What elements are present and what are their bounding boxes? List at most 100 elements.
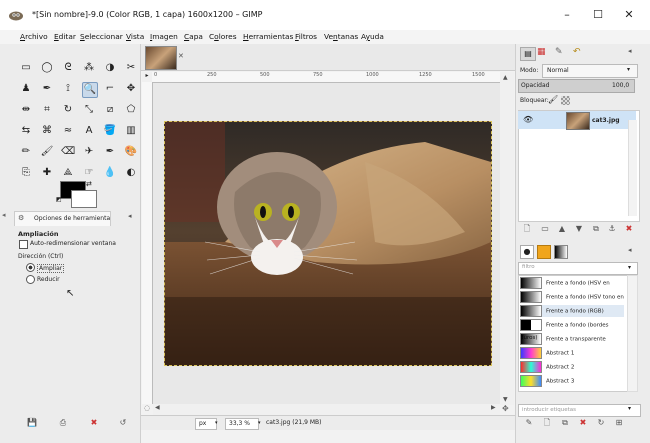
layer-visibility-icon[interactable]: 👁 xyxy=(523,115,533,124)
tool-shear-icon[interactable]: ⧄ xyxy=(103,103,117,117)
scroll-right-icon[interactable]: ▶ xyxy=(491,404,496,411)
tool-airbrush-icon[interactable]: ✈ xyxy=(82,145,96,159)
tool-paths-icon[interactable]: ✒ xyxy=(40,82,54,96)
menu-ayuda[interactable]: Ayuda xyxy=(361,32,384,41)
swap-colors-icon[interactable]: ⇄ xyxy=(86,180,92,188)
tool-scissors-select-icon[interactable]: ✂ xyxy=(124,61,138,75)
gradient-item[interactable]: Frente a fondo (RGB) xyxy=(520,305,624,317)
gradient-item[interactable]: Frente a fondo (bordes duros) xyxy=(520,319,624,341)
tool-mypaint-icon[interactable]: 🎨 xyxy=(124,145,138,159)
zoom-dropdown-icon[interactable]: ▾ xyxy=(258,420,261,426)
menu-seleccionar[interactable]: Seleccionar xyxy=(80,32,123,41)
menu-imagen[interactable]: Imagen xyxy=(150,32,178,41)
tags-input[interactable]: introducir etiquetas xyxy=(518,404,641,417)
tool-bucket-fill-icon[interactable]: 🪣 xyxy=(103,124,117,138)
vertical-scrollbar[interactable] xyxy=(500,72,514,405)
tab-undo-history[interactable]: ↶ xyxy=(573,47,581,57)
maximize-button[interactable]: ☐ xyxy=(586,5,610,25)
tool-ink-icon[interactable]: ✒ xyxy=(103,145,117,159)
tab-paths[interactable]: ✎ xyxy=(555,47,563,57)
menu-herramientas[interactable]: Herramientas xyxy=(243,32,293,41)
anchor-layer-icon[interactable]: ⚓ xyxy=(607,224,617,234)
new-group-icon[interactable]: ▭ xyxy=(540,224,550,234)
tool-text-icon[interactable]: A xyxy=(82,124,96,138)
close-button[interactable]: ✕ xyxy=(617,5,641,25)
edit-gradient-icon[interactable]: ✎ xyxy=(524,418,534,428)
tool-align-icon[interactable]: ⇹ xyxy=(19,103,33,117)
delete-layer-icon[interactable]: ✖ xyxy=(624,224,634,234)
reset-options-icon[interactable]: ↺ xyxy=(118,418,128,428)
filter-dropdown-icon[interactable]: ▾ xyxy=(628,264,631,271)
tool-free-select-icon[interactable]: ᘓ xyxy=(61,61,75,75)
tool-color-select-icon[interactable]: ◑ xyxy=(103,61,117,75)
tab-brushes[interactable]: ● xyxy=(520,245,534,259)
panel-menu-icon[interactable]: ◂ xyxy=(128,212,132,220)
tab-channels[interactable]: ▦ xyxy=(537,47,546,57)
tool-fuzzy-select-icon[interactable]: ⁂ xyxy=(82,61,96,75)
gradient-item[interactable]: Frente a transparente xyxy=(520,333,624,345)
tab-layers[interactable]: ▤ xyxy=(520,47,536,61)
tool-cage-transform-icon[interactable]: ⌘ xyxy=(40,124,54,138)
menu-colores[interactable]: Colores xyxy=(209,32,237,41)
tool-blend-icon[interactable]: ▥ xyxy=(124,124,138,138)
horizontal-ruler[interactable]: 0 250 500 750 1000 1250 1500 xyxy=(152,72,500,83)
tool-ellipse-select-icon[interactable]: ◯ xyxy=(40,61,54,75)
gradient-item[interactable]: Abstract 3 xyxy=(520,375,624,387)
raise-layer-icon[interactable]: ▲ xyxy=(557,224,567,234)
zoom-out-radio[interactable] xyxy=(26,275,35,284)
image-tab-thumbnail[interactable] xyxy=(145,46,177,70)
menu-ventanas[interactable]: Ventanas xyxy=(324,32,358,41)
tool-smudge-icon[interactable]: ☞ xyxy=(82,166,96,180)
menu-filtros[interactable]: Filtros xyxy=(295,32,317,41)
tool-clone-icon[interactable]: ⎘ xyxy=(19,166,33,180)
mode-select[interactable]: Normal xyxy=(542,64,638,78)
tool-color-picker-icon[interactable]: ⟟ xyxy=(61,82,75,96)
tool-eraser-icon[interactable]: ⌫ xyxy=(61,145,75,159)
tags-dropdown-icon[interactable]: ▾ xyxy=(628,405,631,412)
tool-dodge-burn-icon[interactable]: ◐ xyxy=(124,166,138,180)
scroll-left-icon[interactable]: ◀ xyxy=(155,404,160,411)
tool-rotate-icon[interactable]: ↻ xyxy=(61,103,75,117)
auto-resize-checkbox[interactable] xyxy=(19,240,28,249)
vertical-ruler[interactable] xyxy=(142,82,153,404)
close-image-tab-icon[interactable]: ✕ xyxy=(178,52,184,60)
dock-menu-icon[interactable]: ◂ xyxy=(628,47,632,55)
tool-perspective-icon[interactable]: ⬠ xyxy=(124,103,138,117)
menu-capa[interactable]: Capa xyxy=(184,32,203,41)
tool-foreground-select-icon[interactable]: ♟ xyxy=(19,82,33,96)
menu-vista[interactable]: Vista xyxy=(126,32,144,41)
new-gradient-icon[interactable]: 🗋 xyxy=(542,418,552,428)
open-gradient-editor-icon[interactable]: ⊞ xyxy=(614,418,624,428)
zoom-image-icon[interactable]: ◌ xyxy=(144,404,150,412)
scroll-up-icon[interactable]: ▲ xyxy=(503,74,508,81)
tool-paintbrush-icon[interactable]: 🖌 xyxy=(40,145,54,159)
save-options-icon[interactable]: 💾 xyxy=(27,418,37,428)
lower-layer-icon[interactable]: ▼ xyxy=(574,224,584,234)
duplicate-layer-icon[interactable]: ⧉ xyxy=(591,224,601,234)
zoom-in-radio[interactable] xyxy=(26,263,35,272)
horizontal-scrollbar[interactable] xyxy=(153,404,500,415)
zoom-selector[interactable]: 33,3 % xyxy=(225,418,259,430)
menu-editar[interactable]: Editar xyxy=(54,32,76,41)
lock-pixels-icon[interactable]: 🖌 xyxy=(548,95,558,104)
tool-rect-select-icon[interactable]: ▭ xyxy=(19,61,33,75)
tool-move-icon[interactable]: ✥ xyxy=(124,82,138,96)
background-color[interactable] xyxy=(71,190,97,208)
refresh-gradients-icon[interactable]: ↻ xyxy=(596,418,606,428)
gradients-menu-icon[interactable]: ◂ xyxy=(628,246,632,254)
tool-scale-icon[interactable]: ⤡ xyxy=(82,103,96,117)
restore-options-icon[interactable]: ⎙ xyxy=(58,418,68,428)
gradient-item[interactable]: Frente a fondo (HSV tono en xyxy=(520,291,624,303)
navigate-icon[interactable]: ✥ xyxy=(502,404,509,413)
tool-measure-icon[interactable]: ⌐ xyxy=(103,82,117,96)
quick-mask-corner-icon[interactable]: ▸ xyxy=(142,72,152,82)
unit-dropdown-icon[interactable]: ▾ xyxy=(215,420,218,426)
gradient-item[interactable]: Abstract 1 xyxy=(520,347,624,359)
unit-selector[interactable]: px xyxy=(195,418,217,430)
gradient-item[interactable]: Frente a fondo (HSV en sentido xyxy=(520,277,624,299)
tool-warp-transform-icon[interactable]: ≈ xyxy=(61,124,75,138)
gradient-filter-input[interactable] xyxy=(518,262,638,275)
delete-gradient-icon[interactable]: ✖ xyxy=(578,418,588,428)
tool-zoom-icon[interactable]: 🔍 xyxy=(82,82,98,98)
tab-patterns[interactable] xyxy=(537,245,551,259)
